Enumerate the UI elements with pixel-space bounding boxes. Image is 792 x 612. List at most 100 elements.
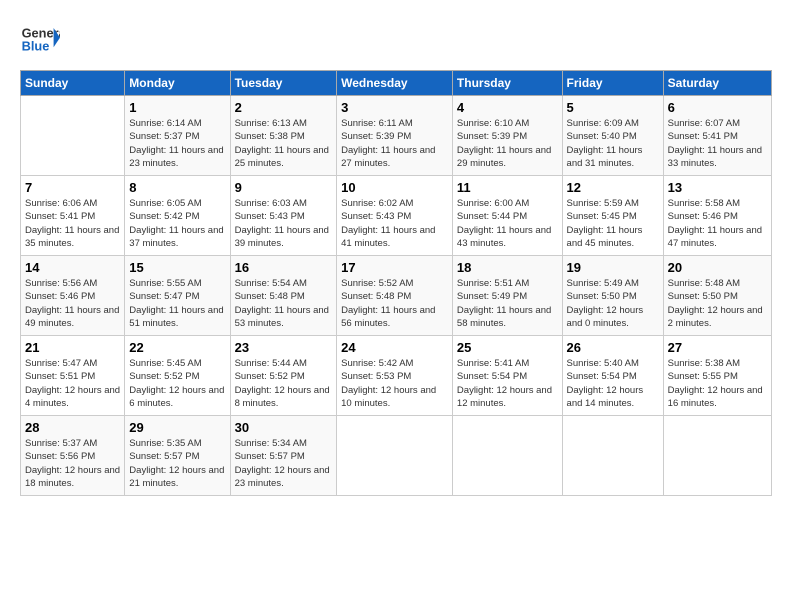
logo: General Blue [20, 20, 64, 60]
calendar-cell: 3 Sunrise: 6:11 AMSunset: 5:39 PMDaylight… [337, 96, 453, 176]
day-number: 6 [668, 100, 767, 115]
day-info: Sunrise: 6:02 AMSunset: 5:43 PMDaylight:… [341, 197, 448, 250]
calendar-cell: 2 Sunrise: 6:13 AMSunset: 5:38 PMDaylight… [230, 96, 337, 176]
day-info: Sunrise: 6:14 AMSunset: 5:37 PMDaylight:… [129, 117, 225, 170]
day-number: 12 [567, 180, 659, 195]
day-info: Sunrise: 6:07 AMSunset: 5:41 PMDaylight:… [668, 117, 767, 170]
day-info: Sunrise: 6:05 AMSunset: 5:42 PMDaylight:… [129, 197, 225, 250]
svg-text:Blue: Blue [22, 38, 50, 53]
day-info: Sunrise: 6:13 AMSunset: 5:38 PMDaylight:… [235, 117, 333, 170]
day-header-sunday: Sunday [21, 71, 125, 96]
day-info: Sunrise: 5:47 AMSunset: 5:51 PMDaylight:… [25, 357, 120, 410]
day-number: 1 [129, 100, 225, 115]
day-number: 14 [25, 260, 120, 275]
calendar-cell: 30 Sunrise: 5:34 AMSunset: 5:57 PMDayligh… [230, 416, 337, 496]
day-header-wednesday: Wednesday [337, 71, 453, 96]
week-row-2: 14 Sunrise: 5:56 AMSunset: 5:46 PMDayligh… [21, 256, 772, 336]
day-number: 28 [25, 420, 120, 435]
day-info: Sunrise: 5:54 AMSunset: 5:48 PMDaylight:… [235, 277, 333, 330]
calendar-cell: 20 Sunrise: 5:48 AMSunset: 5:50 PMDayligh… [663, 256, 771, 336]
day-info: Sunrise: 6:00 AMSunset: 5:44 PMDaylight:… [457, 197, 558, 250]
day-info: Sunrise: 5:56 AMSunset: 5:46 PMDaylight:… [25, 277, 120, 330]
header: General Blue [20, 20, 772, 60]
week-row-0: 1 Sunrise: 6:14 AMSunset: 5:37 PMDaylight… [21, 96, 772, 176]
calendar-cell [663, 416, 771, 496]
calendar-cell: 14 Sunrise: 5:56 AMSunset: 5:46 PMDayligh… [21, 256, 125, 336]
calendar-cell: 6 Sunrise: 6:07 AMSunset: 5:41 PMDaylight… [663, 96, 771, 176]
calendar-cell: 15 Sunrise: 5:55 AMSunset: 5:47 PMDayligh… [125, 256, 230, 336]
day-number: 20 [668, 260, 767, 275]
calendar-cell: 4 Sunrise: 6:10 AMSunset: 5:39 PMDaylight… [452, 96, 562, 176]
day-info: Sunrise: 5:34 AMSunset: 5:57 PMDaylight:… [235, 437, 333, 490]
calendar-cell [562, 416, 663, 496]
day-number: 26 [567, 340, 659, 355]
day-number: 13 [668, 180, 767, 195]
calendar-cell: 16 Sunrise: 5:54 AMSunset: 5:48 PMDayligh… [230, 256, 337, 336]
calendar-cell [337, 416, 453, 496]
day-info: Sunrise: 6:10 AMSunset: 5:39 PMDaylight:… [457, 117, 558, 170]
day-number: 9 [235, 180, 333, 195]
day-header-friday: Friday [562, 71, 663, 96]
day-number: 8 [129, 180, 225, 195]
day-number: 3 [341, 100, 448, 115]
calendar-cell: 5Sunrise: 6:09 AMSunset: 5:40 PMDaylight… [562, 96, 663, 176]
calendar-cell: 10Sunrise: 6:02 AMSunset: 5:43 PMDayligh… [337, 176, 453, 256]
day-info: Sunrise: 6:11 AMSunset: 5:39 PMDaylight:… [341, 117, 448, 170]
calendar-cell: 17 Sunrise: 5:52 AMSunset: 5:48 PMDayligh… [337, 256, 453, 336]
day-info: Sunrise: 5:41 AMSunset: 5:54 PMDaylight:… [457, 357, 558, 410]
calendar-cell: 8 Sunrise: 6:05 AMSunset: 5:42 PMDaylight… [125, 176, 230, 256]
day-number: 5 [567, 100, 659, 115]
day-number: 29 [129, 420, 225, 435]
calendar-cell: 12Sunrise: 5:59 AMSunset: 5:45 PMDayligh… [562, 176, 663, 256]
calendar-cell: 1 Sunrise: 6:14 AMSunset: 5:37 PMDaylight… [125, 96, 230, 176]
day-header-saturday: Saturday [663, 71, 771, 96]
day-info: Sunrise: 5:58 AMSunset: 5:46 PMDaylight:… [668, 197, 767, 250]
day-info: Sunrise: 5:37 AMSunset: 5:56 PMDaylight:… [25, 437, 120, 490]
day-number: 22 [129, 340, 225, 355]
day-header-thursday: Thursday [452, 71, 562, 96]
calendar-cell: 24Sunrise: 5:42 AMSunset: 5:53 PMDayligh… [337, 336, 453, 416]
day-info: Sunrise: 5:55 AMSunset: 5:47 PMDaylight:… [129, 277, 225, 330]
calendar-cell: 18Sunrise: 5:51 AMSunset: 5:49 PMDayligh… [452, 256, 562, 336]
day-number: 27 [668, 340, 767, 355]
calendar-cell: 29Sunrise: 5:35 AMSunset: 5:57 PMDayligh… [125, 416, 230, 496]
day-info: Sunrise: 5:48 AMSunset: 5:50 PMDaylight:… [668, 277, 767, 330]
calendar-header: SundayMondayTuesdayWednesdayThursdayFrid… [21, 71, 772, 96]
calendar-table: SundayMondayTuesdayWednesdayThursdayFrid… [20, 70, 772, 496]
week-row-1: 7Sunrise: 6:06 AMSunset: 5:41 PMDaylight… [21, 176, 772, 256]
day-info: Sunrise: 6:03 AMSunset: 5:43 PMDaylight:… [235, 197, 333, 250]
day-info: Sunrise: 5:49 AMSunset: 5:50 PMDaylight:… [567, 277, 659, 330]
calendar-cell: 19 Sunrise: 5:49 AMSunset: 5:50 PMDayligh… [562, 256, 663, 336]
day-number: 18 [457, 260, 558, 275]
day-number: 7 [25, 180, 120, 195]
day-header-monday: Monday [125, 71, 230, 96]
calendar-cell: 23Sunrise: 5:44 AMSunset: 5:52 PMDayligh… [230, 336, 337, 416]
day-info: Sunrise: 5:42 AMSunset: 5:53 PMDaylight:… [341, 357, 448, 410]
day-number: 19 [567, 260, 659, 275]
day-number: 15 [129, 260, 225, 275]
calendar-cell: 22Sunrise: 5:45 AMSunset: 5:52 PMDayligh… [125, 336, 230, 416]
day-header-tuesday: Tuesday [230, 71, 337, 96]
calendar-cell [452, 416, 562, 496]
day-info: Sunrise: 5:38 AMSunset: 5:55 PMDaylight:… [668, 357, 767, 410]
day-number: 23 [235, 340, 333, 355]
day-number: 16 [235, 260, 333, 275]
day-number: 2 [235, 100, 333, 115]
header-row: SundayMondayTuesdayWednesdayThursdayFrid… [21, 71, 772, 96]
day-info: Sunrise: 5:52 AMSunset: 5:48 PMDaylight:… [341, 277, 448, 330]
day-number: 4 [457, 100, 558, 115]
week-row-4: 28 Sunrise: 5:37 AMSunset: 5:56 PMDayligh… [21, 416, 772, 496]
calendar-cell: 13 Sunrise: 5:58 AMSunset: 5:46 PMDayligh… [663, 176, 771, 256]
calendar-cell: 11Sunrise: 6:00 AMSunset: 5:44 PMDayligh… [452, 176, 562, 256]
day-number: 17 [341, 260, 448, 275]
day-number: 21 [25, 340, 120, 355]
calendar-cell [21, 96, 125, 176]
calendar-cell: 27 Sunrise: 5:38 AMSunset: 5:55 PMDayligh… [663, 336, 771, 416]
calendar-cell: 7Sunrise: 6:06 AMSunset: 5:41 PMDaylight… [21, 176, 125, 256]
logo-icon: General Blue [20, 20, 60, 60]
calendar-cell: 28 Sunrise: 5:37 AMSunset: 5:56 PMDayligh… [21, 416, 125, 496]
calendar-cell: 9 Sunrise: 6:03 AMSunset: 5:43 PMDaylight… [230, 176, 337, 256]
day-number: 30 [235, 420, 333, 435]
calendar-cell: 26Sunrise: 5:40 AMSunset: 5:54 PMDayligh… [562, 336, 663, 416]
week-row-3: 21 Sunrise: 5:47 AMSunset: 5:51 PMDayligh… [21, 336, 772, 416]
